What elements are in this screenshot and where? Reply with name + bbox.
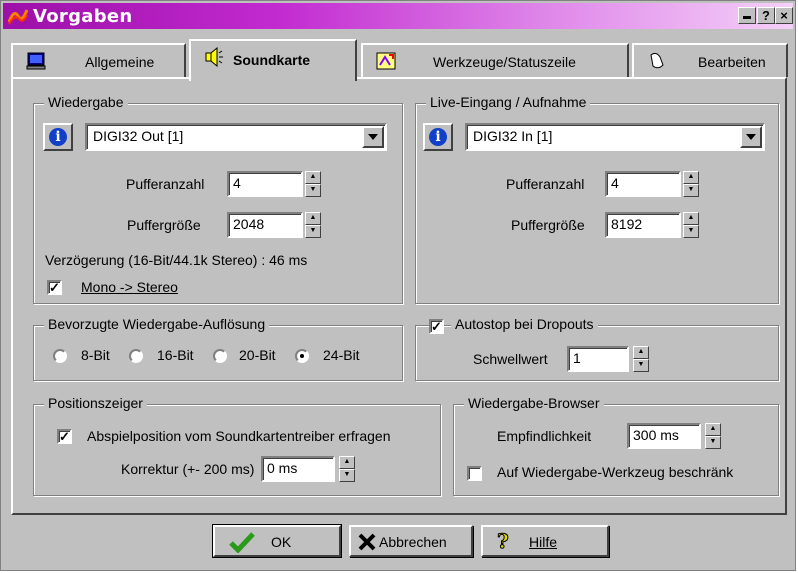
restrict-checkbox[interactable] [467, 466, 482, 481]
radio-label-24-bit[interactable]: 24-Bit [323, 347, 360, 363]
correction-label: Korrektur (+- 200 ms) [121, 461, 255, 477]
sensitivity-spinner[interactable]: ▲ ▼ [705, 423, 721, 449]
chevron-down-icon[interactable] [362, 126, 384, 148]
help-label: Hilfe [529, 534, 558, 550]
radio-24-bit[interactable] [295, 349, 309, 363]
group-title: Bevorzugte Wiedergabe-Auflösung [44, 316, 270, 332]
record-buffer-size-spinner[interactable]: ▲ ▼ [683, 212, 699, 238]
tab-werkzeuge[interactable]: Werkzeuge/Statuszeile [361, 43, 629, 77]
help-button[interactable]: ? [757, 7, 775, 24]
spin-up-icon[interactable]: ▲ [305, 171, 321, 184]
chevron-down-icon[interactable] [740, 126, 762, 148]
autostop-checkbox[interactable]: ✓ [429, 319, 444, 334]
title-bar[interactable]: Vorgaben ? × [3, 3, 793, 29]
minimize-button[interactable] [738, 7, 756, 24]
help-dialog-button[interactable]: ? Hilfe [481, 525, 609, 557]
tab-label: Bearbeiten [698, 54, 766, 70]
preferences-dialog: Vorgaben ? × Allgemeine Soundkarte Werkz… [0, 0, 796, 571]
spin-down-icon[interactable]: ▼ [633, 359, 649, 372]
playback-device-value: DIGI32 Out [1] [93, 128, 184, 144]
query-position-label[interactable]: Abspielposition vom Soundkartentreiber e… [87, 428, 391, 444]
playback-device-info-button[interactable]: i [43, 123, 73, 151]
spin-down-icon[interactable]: ▼ [705, 436, 721, 449]
tab-label: Werkzeuge/Statuszeile [433, 54, 576, 70]
record-buffer-size-input[interactable]: 8192 [605, 212, 681, 238]
group-title: Positionszeiger [44, 395, 147, 411]
group-title: Live-Eingang / Aufnahme [426, 94, 591, 110]
position-group: Positionszeiger [33, 395, 441, 496]
edit-hand-icon [650, 52, 664, 69]
playback-buffer-count-label: Pufferanzahl [126, 176, 205, 192]
cancel-x-icon [358, 533, 376, 551]
radio-label-20-bit[interactable]: 20-Bit [239, 347, 276, 363]
tab-allgemeine[interactable]: Allgemeine [11, 43, 186, 77]
info-icon: i [429, 128, 447, 146]
correction-spinner[interactable]: ▲ ▼ [339, 456, 355, 482]
info-icon: i [49, 128, 67, 146]
record-buffer-count-input[interactable]: 4 [605, 171, 681, 197]
cancel-label: Abbrechen [379, 534, 447, 550]
spin-up-icon[interactable]: ▲ [683, 171, 699, 184]
close-button[interactable]: × [775, 7, 793, 24]
record-device-value: DIGI32 In [1] [473, 128, 553, 144]
radio-16-bit[interactable] [129, 349, 143, 363]
latency-text: Verzögerung (16-Bit/44.1k Stereo) : 46 m… [45, 252, 308, 268]
question-mark-icon: ? [497, 529, 510, 554]
playback-buffer-size-input[interactable]: 2048 [227, 212, 303, 238]
playback-buffer-size-spinner[interactable]: ▲ ▼ [305, 212, 321, 238]
threshold-input[interactable]: 1 [567, 346, 629, 372]
playback-buffer-count-input[interactable]: 4 [227, 171, 303, 197]
speaker-icon [205, 47, 223, 67]
tab-bearbeiten[interactable]: Bearbeiten [632, 43, 788, 77]
group-title: Wiedergabe [44, 94, 128, 110]
minimize-icon [743, 16, 751, 19]
spin-down-icon[interactable]: ▼ [305, 225, 321, 238]
record-device-select[interactable]: DIGI32 In [1] [465, 123, 765, 151]
tab-label: Allgemeine [85, 54, 155, 70]
spin-up-icon[interactable]: ▲ [339, 456, 355, 469]
spin-up-icon[interactable]: ▲ [683, 212, 699, 225]
record-buffer-count-label: Pufferanzahl [506, 176, 585, 192]
query-position-checkbox[interactable]: ✓ [57, 429, 72, 444]
checkmark-icon [229, 532, 255, 553]
mono-stereo-label[interactable]: Mono -> Stereo [81, 279, 178, 295]
playback-buffer-size-label: Puffergröße [127, 217, 201, 233]
spin-down-icon[interactable]: ▼ [683, 184, 699, 197]
spin-down-icon[interactable]: ▼ [683, 225, 699, 238]
radio-8-bit[interactable] [53, 349, 67, 363]
radio-label-8-bit[interactable]: 8-Bit [81, 347, 110, 363]
playback-buffer-count-spinner[interactable]: ▲ ▼ [305, 171, 321, 197]
restrict-label[interactable]: Auf Wiedergabe-Werkzeug beschränk [497, 464, 733, 480]
spin-up-icon[interactable]: ▲ [633, 346, 649, 359]
sensitivity-input[interactable]: 300 ms [627, 423, 701, 449]
tab-label: Soundkarte [233, 52, 311, 68]
record-buffer-size-label: Puffergröße [511, 217, 585, 233]
radio-label-16-bit[interactable]: 16-Bit [157, 347, 194, 363]
group-title: Wiedergabe-Browser [464, 395, 604, 411]
browser-group: Wiedergabe-Browser [453, 395, 779, 496]
cancel-button[interactable]: Abbrechen [349, 525, 473, 557]
spin-down-icon[interactable]: ▼ [305, 184, 321, 197]
radio-20-bit[interactable] [213, 349, 227, 363]
spin-up-icon[interactable]: ▲ [305, 212, 321, 225]
app-logo-icon [8, 9, 28, 25]
spin-up-icon[interactable]: ▲ [705, 423, 721, 436]
record-buffer-count-spinner[interactable]: ▲ ▼ [683, 171, 699, 197]
record-device-info-button[interactable]: i [423, 123, 453, 151]
playback-device-select[interactable]: DIGI32 Out [1] [85, 123, 387, 151]
tab-soundkarte[interactable]: Soundkarte [189, 39, 357, 81]
threshold-spinner[interactable]: ▲ ▼ [633, 346, 649, 372]
mono-stereo-checkbox[interactable]: ✓ [47, 280, 62, 295]
window-title: Vorgaben [33, 6, 133, 27]
autostop-label[interactable]: Autostop bei Dropouts [451, 316, 598, 332]
correction-input[interactable]: 0 ms [261, 456, 335, 482]
spin-down-icon[interactable]: ▼ [339, 469, 355, 482]
tools-icon [376, 52, 396, 70]
sensitivity-label: Empfindlichkeit [497, 428, 592, 444]
monitor-icon [26, 52, 46, 70]
ok-label: OK [271, 534, 292, 550]
threshold-label: Schwellwert [473, 351, 548, 367]
ok-button[interactable]: OK [212, 524, 342, 558]
